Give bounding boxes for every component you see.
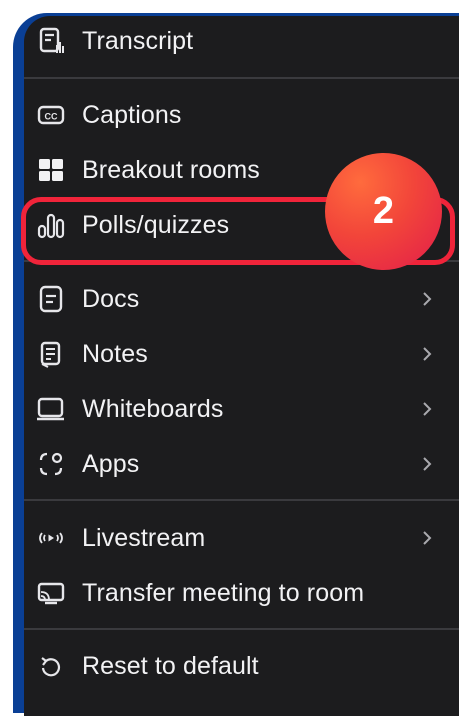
transcript-icon [36,26,66,56]
captions-icon: CC [36,100,66,130]
notes-icon [36,339,66,369]
step-number: 2 [372,190,395,232]
menu-item-transfer-meeting[interactable]: Transfer meeting to room [24,570,459,616]
chevron-right-icon [423,531,432,545]
step-badge: 2 [325,153,442,270]
chevron-right-icon [423,402,432,416]
apps-icon [36,449,66,479]
menu-item-label: Notes [82,339,148,368]
livestream-icon [36,523,66,553]
menu-item-label: Livestream [82,523,206,552]
chevron-right-icon [423,457,432,471]
whiteboard-icon [36,394,66,424]
docs-icon [36,284,66,314]
reset-icon [36,651,66,681]
menu-item-reset-to-default[interactable]: Reset to default [24,643,459,689]
menu-item-label: Polls/quizzes [82,210,230,239]
menu-item-apps[interactable]: Apps [24,441,459,487]
menu-divider [24,628,459,630]
menu-item-livestream[interactable]: Livestream [24,515,459,561]
menu-item-label: Whiteboards [82,394,224,423]
menu-item-label: Captions [82,100,182,129]
menu-item-label: Transfer meeting to room [82,578,365,607]
polls-icon [36,210,66,240]
chevron-right-icon [423,292,432,306]
menu-item-label: Reset to default [82,651,259,680]
menu-item-notes[interactable]: Notes [24,331,459,377]
menu-item-label: Apps [82,449,140,478]
breakout-rooms-icon [36,155,66,185]
chevron-right-icon [423,347,432,361]
menu-item-label: Breakout rooms [82,155,260,184]
menu-item-transcript[interactable]: Transcript [24,18,459,64]
menu-divider [24,499,459,501]
menu-item-whiteboards[interactable]: Whiteboards [24,386,459,432]
menu-item-label: Docs [82,284,140,313]
transfer-room-icon [36,578,66,608]
more-options-menu: Transcript CC Captions Breakout rooms Po… [24,16,459,716]
menu-item-docs[interactable]: Docs [24,276,459,322]
menu-divider [24,77,459,79]
svg-text:CC: CC [45,112,58,122]
menu-item-label: Transcript [82,26,194,55]
menu-item-captions[interactable]: CC Captions [24,92,459,138]
